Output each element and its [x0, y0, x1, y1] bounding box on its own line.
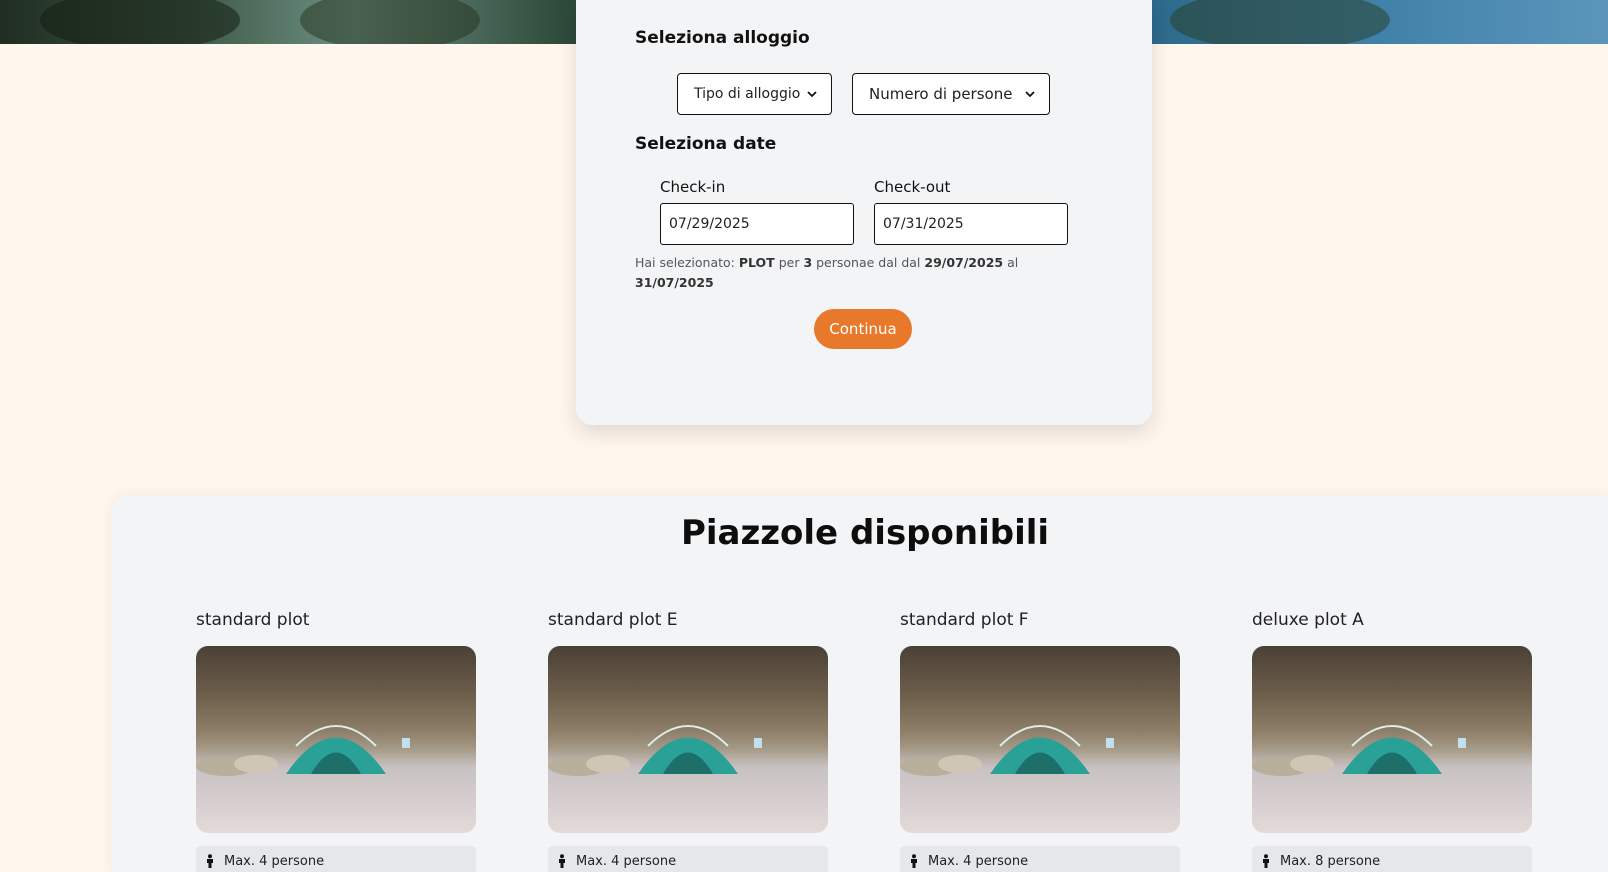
- dates-section-title: Seleziona date: [635, 134, 777, 154]
- chevron-down-icon: [1025, 91, 1035, 98]
- selection-summary: Hai selezionato: PLOT per 3 personae dal…: [635, 253, 1085, 293]
- continue-button[interactable]: Continua: [814, 309, 912, 349]
- plot-image[interactable]: [900, 646, 1180, 833]
- plot-card[interactable]: standard plot F Max. 4 persone: [900, 610, 1180, 872]
- accommodation-type-select[interactable]: Tipo di alloggio: [677, 73, 832, 115]
- summary-per: per: [774, 255, 804, 270]
- person-icon: [911, 854, 917, 868]
- plot-card[interactable]: standard plot Max. 4 persone: [196, 610, 476, 872]
- summary-people: 3: [803, 255, 813, 270]
- plot-capacity-text: Max. 4 persone: [224, 853, 325, 869]
- plot-capacity: Max. 4 persone: [196, 846, 476, 872]
- available-plots-title: Piazzole disponibili: [680, 513, 1050, 553]
- checkin-date-input[interactable]: [660, 203, 854, 245]
- plot-name: deluxe plot A: [1252, 610, 1364, 630]
- plot-image[interactable]: [548, 646, 828, 833]
- checkout-label: Check-out: [874, 178, 951, 196]
- people-count-select[interactable]: Numero di persone: [852, 73, 1050, 115]
- plot-capacity-text: Max. 4 persone: [928, 853, 1029, 869]
- person-icon: [1263, 854, 1269, 868]
- accommodation-section-title: Seleziona alloggio: [635, 28, 810, 48]
- summary-to-date: 31/07/2025: [635, 275, 714, 290]
- plot-image[interactable]: [1252, 646, 1532, 833]
- tent-image-icon: [196, 725, 410, 776]
- tent-image-icon: [1252, 725, 1466, 776]
- plot-capacity: Max. 8 persone: [1252, 846, 1532, 872]
- plot-capacity: Max. 4 persone: [548, 846, 828, 872]
- plot-capacity: Max. 4 persone: [900, 846, 1180, 872]
- checkin-label: Check-in: [660, 178, 726, 196]
- tent-image-icon: [548, 725, 762, 776]
- booking-form-card: Seleziona alloggio Tipo di alloggio Nume…: [576, 0, 1152, 425]
- checkout-date-input[interactable]: [874, 203, 1068, 245]
- tree-branch-decoration: [300, 0, 480, 44]
- summary-mid: personae dal dal: [812, 255, 925, 270]
- tent-image-icon: [900, 725, 1114, 776]
- plot-name: standard plot: [196, 610, 310, 630]
- summary-al: al: [1003, 255, 1019, 270]
- people-count-select-value: Numero di persone: [869, 85, 1013, 103]
- plot-card[interactable]: deluxe plot A Max. 8 persone: [1252, 610, 1532, 872]
- accommodation-type-select-value: Tipo di alloggio: [694, 86, 801, 102]
- tree-branch-decoration: [40, 0, 240, 44]
- person-icon: [559, 854, 565, 868]
- plot-card[interactable]: standard plot E Max. 4 persone: [548, 610, 828, 872]
- summary-type: PLOT: [738, 255, 775, 270]
- plot-name: standard plot E: [548, 610, 678, 630]
- available-plots-section: Piazzole disponibili standard plot Max. …: [111, 495, 1608, 872]
- plot-capacity-text: Max. 4 persone: [576, 853, 677, 869]
- summary-prefix: Hai selezionato:: [635, 255, 739, 270]
- plot-capacity-text: Max. 8 persone: [1280, 853, 1381, 869]
- chevron-down-icon: [807, 91, 817, 98]
- plot-image[interactable]: [196, 646, 476, 833]
- summary-from-date: 29/07/2025: [924, 255, 1004, 270]
- tree-branch-decoration: [1170, 0, 1390, 44]
- plot-name: standard plot F: [900, 610, 1029, 630]
- person-icon: [207, 854, 213, 868]
